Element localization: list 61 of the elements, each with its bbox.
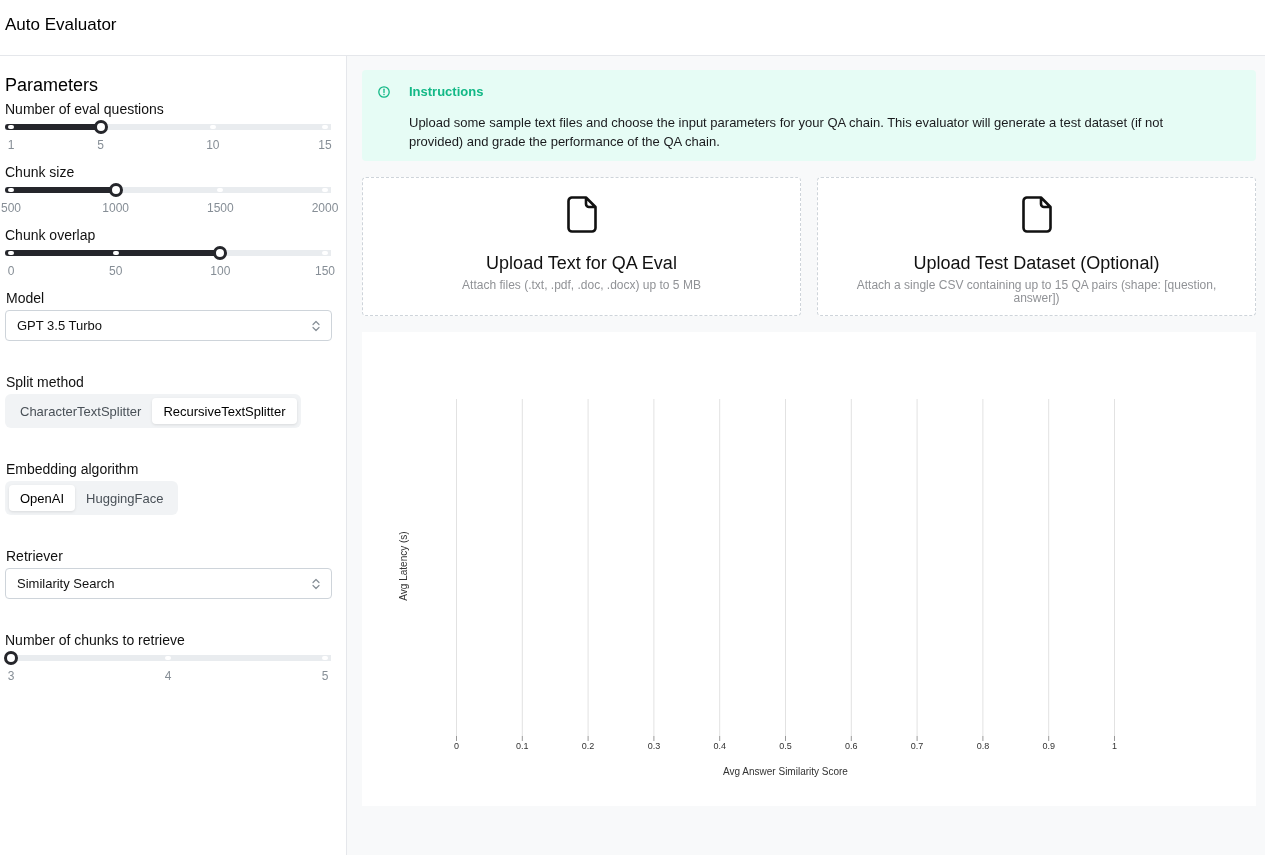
segment-option[interactable]: CharacterTextSplitter <box>9 398 153 424</box>
dropzone-hint: Attach a single CSV containing up to 15 QA pairs (shape: [question, answer]) <box>855 279 1218 305</box>
alert-title: Instructions <box>409 85 485 99</box>
slider-mark-label: 100 <box>210 264 231 278</box>
app-title: Auto Evaluator <box>5 15 117 35</box>
axis-tick-label: 0.4 <box>713 741 726 751</box>
field-label: Chunk size <box>4 163 76 182</box>
axis-tick-label: 1 <box>1112 741 1117 751</box>
slider-mark-label: 15 <box>318 138 332 152</box>
dropzone-title: Upload Test Dataset (Optional) <box>913 252 1160 274</box>
axis-tick-label: 0.2 <box>581 741 595 751</box>
field-label: Model <box>5 289 46 308</box>
slider-thumb[interactable] <box>4 651 18 665</box>
axis-tick-label: 0.3 <box>647 741 661 751</box>
slider-thumb[interactable] <box>93 120 108 134</box>
file-icon <box>1021 196 1052 233</box>
field-label: Number of chunks to retrieve <box>4 631 186 650</box>
slider-mark-label: 2000 <box>311 201 339 215</box>
dropzone-hint: Attach files (.txt, .pdf, .doc, .docx) up to 5 MB <box>462 279 701 292</box>
upload-dropzone[interactable]: Upload Test Dataset (Optional) Attach a single CSV containing up to 15 QA pairs (shape: [question, answer]) <box>817 177 1256 316</box>
slider-mark-label: 0 <box>7 264 15 278</box>
slider-mark-label: 4 <box>164 669 172 683</box>
axis-tick-label: 0.6 <box>845 741 858 751</box>
axis-tick-label: 0.9 <box>1042 741 1055 751</box>
select-field[interactable]: Similarity Search <box>5 568 332 599</box>
slider-mark-label: 10 <box>206 138 220 152</box>
field-label: Split method <box>5 373 85 392</box>
slider-thumb[interactable] <box>213 246 228 260</box>
slider-thumb[interactable] <box>108 183 123 197</box>
slider-mark-label: 500 <box>1 201 21 215</box>
select-field[interactable]: GPT 3.5 Turbo <box>5 310 332 341</box>
field-label: Number of eval questions <box>4 100 165 119</box>
x-axis-title: Avg Answer Similarity Score <box>723 766 848 777</box>
slider-mark-label: 5 <box>321 669 329 683</box>
axis-tick-label: 0.5 <box>779 741 792 751</box>
field-label: Embedding algorithm <box>5 460 140 479</box>
alert-text: Upload some sample text files and choose the input parameters for your QA chain. This evaluator will generate a test dataset (if not provided) and grade the performance of the QA chain. <box>409 114 1165 151</box>
axis-tick-label: 0.8 <box>976 741 990 751</box>
section-title: Parameters <box>4 74 100 96</box>
axis-tick-label: 0.7 <box>910 741 924 751</box>
file-icon <box>566 196 597 233</box>
slider-mark-label: 3 <box>7 669 15 683</box>
slider-mark-label: 1000 <box>102 201 129 215</box>
updown-chevron-icon <box>312 319 320 332</box>
exclamation-circle-icon <box>378 86 390 98</box>
upload-dropzone[interactable]: Upload Text for QA Eval Attach files (.txt, .pdf, .doc, .docx) up to 5 MB <box>362 177 801 316</box>
segment-option[interactable]: RecursiveTextSplitter <box>152 398 297 424</box>
axis-tick-label: 0.1 <box>516 741 529 751</box>
segment-option[interactable]: HuggingFace <box>75 485 175 511</box>
slider-mark-label: 1 <box>7 138 15 152</box>
updown-chevron-icon <box>312 577 320 590</box>
y-axis-title: Avg Latency (s) <box>397 531 409 601</box>
slider-mark-label: 5 <box>97 138 105 152</box>
slider-mark-label: 1500 <box>207 201 234 215</box>
field-label: Chunk overlap <box>4 226 97 245</box>
dropzone-title: Upload Text for QA Eval <box>486 252 677 274</box>
field-label: Retriever <box>5 547 64 566</box>
axis-tick-label: 0 <box>454 741 459 751</box>
segment-option[interactable]: OpenAI <box>9 485 76 511</box>
slider-mark-label: 50 <box>109 264 123 278</box>
slider-mark-label: 150 <box>315 264 335 278</box>
